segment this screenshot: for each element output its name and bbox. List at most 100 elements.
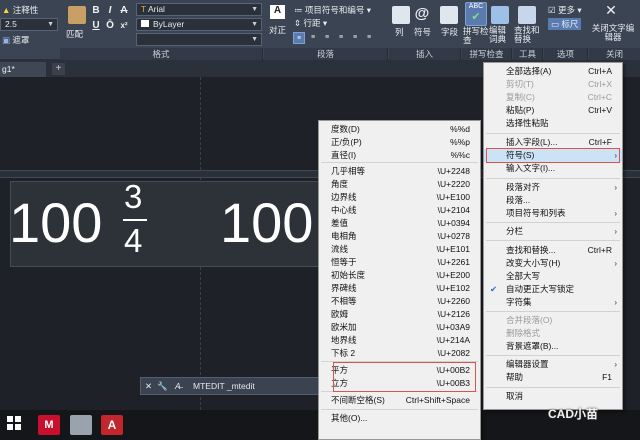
- more-button[interactable]: ☑ 更多 ▾: [548, 4, 582, 16]
- context-menu-item[interactable]: 段落...: [484, 194, 622, 207]
- align-left-icon[interactable]: ≡: [293, 32, 305, 44]
- symbol-menu-item[interactable]: 欧姆 \U+2126: [319, 308, 480, 321]
- context-menu-item[interactable]: 背景遮罩(B)...: [484, 340, 622, 353]
- context-menu-item[interactable]: 查找和替换... Ctrl+R: [484, 244, 622, 257]
- close-panel-title[interactable]: 关闭: [589, 48, 640, 60]
- context-menu-item[interactable]: 编辑器设置 ›: [484, 358, 622, 371]
- align-center-icon[interactable]: ≡: [307, 32, 319, 44]
- stack-icon[interactable]: x²: [118, 20, 130, 32]
- paragraph-extra-icon[interactable]: ≡: [363, 32, 375, 44]
- symbol-menu-item-code: Ctrl+Shift+Space: [405, 395, 470, 405]
- symbol-menu-item[interactable]: 正/负(P) %%p: [319, 136, 480, 149]
- context-menu-item[interactable]: 改变大小写(H) ›: [484, 257, 622, 270]
- field-icon[interactable]: [440, 6, 458, 24]
- context-menu-item[interactable]: 输入文字(I)...: [484, 162, 622, 175]
- mcafee-icon[interactable]: M: [38, 415, 60, 435]
- symbol-menu-item[interactable]: 界碑线 \U+E102: [319, 282, 480, 295]
- new-tab-button[interactable]: +: [52, 63, 65, 75]
- annotative-button[interactable]: ▲ 注释性: [2, 4, 38, 16]
- command-line[interactable]: ✕ 🔧 A̶ MTEDIT _mtedit: [140, 377, 330, 395]
- close-editor-button-label[interactable]: 关闭文字编辑器: [590, 24, 636, 42]
- mask-button[interactable]: ▣ 遮罩: [2, 34, 29, 46]
- options-panel-title[interactable]: 选项: [544, 48, 588, 60]
- strikethrough-icon[interactable]: A: [118, 5, 130, 17]
- symbol-menu-item[interactable]: 下标 2 \U+2082: [319, 347, 480, 360]
- color-combo[interactable]: ByLayer ▼: [136, 18, 262, 31]
- insert-panel-title[interactable]: 插入: [389, 48, 461, 60]
- context-menu-item-label: 段落...: [506, 195, 531, 205]
- find-replace-icon[interactable]: [518, 6, 536, 24]
- menu-separator: [321, 409, 478, 410]
- file-explorer-icon[interactable]: [70, 415, 92, 435]
- match-brush-icon[interactable]: [68, 6, 86, 24]
- context-menu-item[interactable]: 自动更正大写锁定 ✔: [484, 283, 622, 296]
- tools-panel-title[interactable]: 工具: [513, 48, 543, 60]
- context-menu-item[interactable]: 剪切(T) Ctrl+X: [484, 78, 622, 91]
- context-menu-item[interactable]: 项目符号和列表 ›: [484, 207, 622, 220]
- cmd-settings-icon[interactable]: 🔧: [157, 378, 168, 394]
- context-menu-item[interactable]: 分栏 ›: [484, 225, 622, 238]
- paragraph-panel-title[interactable]: 段落: [264, 48, 388, 60]
- windows-start-icon[interactable]: [6, 415, 28, 435]
- command-text: MTEDIT _mtedit: [193, 381, 255, 391]
- symbol-menu-item[interactable]: 不相等 \U+2260: [319, 295, 480, 308]
- symbol-menu-item[interactable]: 恒等于 \U+2261: [319, 256, 480, 269]
- ruler-button[interactable]: ▭ 标尺: [548, 18, 582, 30]
- context-menu-item[interactable]: 选择性粘贴: [484, 117, 622, 130]
- overline-button[interactable]: Ō: [104, 20, 116, 32]
- symbol-menu-item[interactable]: 几乎相等 \U+2248: [319, 165, 480, 178]
- context-menu-item[interactable]: 粘贴(P) Ctrl+V: [484, 104, 622, 117]
- symbol-menu-item[interactable]: 地界线 \U+214A: [319, 334, 480, 347]
- align-justify-icon[interactable]: ≡: [335, 32, 347, 44]
- symbol-menu-item[interactable]: 差值 \U+0394: [319, 217, 480, 230]
- symbol-menu-item[interactable]: 角度 \U+2220: [319, 178, 480, 191]
- context-menu-item[interactable]: 段落对齐 ›: [484, 181, 622, 194]
- symbol-menu-item[interactable]: 初始长度 \U+E200: [319, 269, 480, 282]
- align-right-icon[interactable]: ≡: [321, 32, 333, 44]
- context-menu-item[interactable]: 全部选择(A) Ctrl+A: [484, 65, 622, 78]
- symbol-menu-item[interactable]: 欧米加 \U+03A9: [319, 321, 480, 334]
- fraction-bar: [123, 219, 147, 221]
- symbol-menu-item[interactable]: 中心线 \U+2104: [319, 204, 480, 217]
- symbol-menu-item-code: \U+03A9: [436, 322, 470, 332]
- edit-dictionary-icon[interactable]: [491, 6, 509, 24]
- justify-icon[interactable]: A: [270, 5, 285, 19]
- cmd-close-icon[interactable]: ✕: [145, 378, 152, 394]
- align-distribute-icon[interactable]: ≡: [349, 32, 361, 44]
- bullets-button[interactable]: ≔ 项目符号和编号 ▾: [294, 4, 371, 16]
- spellcheck-icon[interactable]: ABC ✔: [465, 2, 487, 26]
- context-menu-item-label: 帮助: [506, 372, 524, 382]
- checkmark-icon: ✔: [490, 284, 498, 294]
- context-menu-item[interactable]: 全部大写: [484, 270, 622, 283]
- context-menu-item-label: 段落对齐: [506, 182, 541, 192]
- symbol-menu-item[interactable]: 边界线 \U+E100: [319, 191, 480, 204]
- autocad-icon[interactable]: A: [101, 415, 123, 435]
- bold-button[interactable]: B: [90, 5, 102, 17]
- symbol-menu-item[interactable]: 流线 \U+E101: [319, 243, 480, 256]
- symbol-icon[interactable]: @: [413, 5, 431, 23]
- symbol-menu-item[interactable]: 不间断空格(S) Ctrl+Shift+Space: [319, 394, 480, 407]
- symbol-menu-item-label: 边界线: [331, 192, 357, 202]
- oblique-combo[interactable]: ▼: [136, 33, 262, 46]
- symbol-menu-item[interactable]: 度数(D) %%d: [319, 123, 480, 136]
- context-menu-item[interactable]: 取消: [484, 390, 622, 403]
- columns-icon[interactable]: [392, 6, 410, 24]
- spellcheck-panel-title[interactable]: 拼写检查: [462, 48, 512, 60]
- close-editor-icon[interactable]: ✕: [603, 3, 619, 20]
- context-menu-item[interactable]: 帮助 F1: [484, 371, 622, 384]
- text-height-combo[interactable]: 2.5 ▼: [0, 18, 58, 31]
- context-menu-item-label: 背景遮罩(B)...: [506, 341, 559, 351]
- context-menu-item[interactable]: 复制(C) Ctrl+C: [484, 91, 622, 104]
- context-menu-item[interactable]: 字符集 ›: [484, 296, 622, 309]
- symbol-menu-item[interactable]: 直径(I) %%c: [319, 149, 480, 162]
- context-menu-item[interactable]: 删除格式: [484, 327, 622, 340]
- symbol-menu-item[interactable]: 其他(O)...: [319, 412, 480, 425]
- underline-button[interactable]: U: [90, 20, 102, 32]
- italic-button[interactable]: I: [104, 5, 116, 17]
- context-menu-item[interactable]: 合并段落(O): [484, 314, 622, 327]
- format-panel-title[interactable]: 格式: [60, 48, 263, 60]
- line-spacing-button[interactable]: ⇕ 行距 ▾: [294, 17, 327, 29]
- symbol-menu-item[interactable]: 电相角 \U+0278: [319, 230, 480, 243]
- document-tab[interactable]: g1*: [0, 62, 46, 77]
- font-combo[interactable]: T Arial ▼: [136, 3, 262, 16]
